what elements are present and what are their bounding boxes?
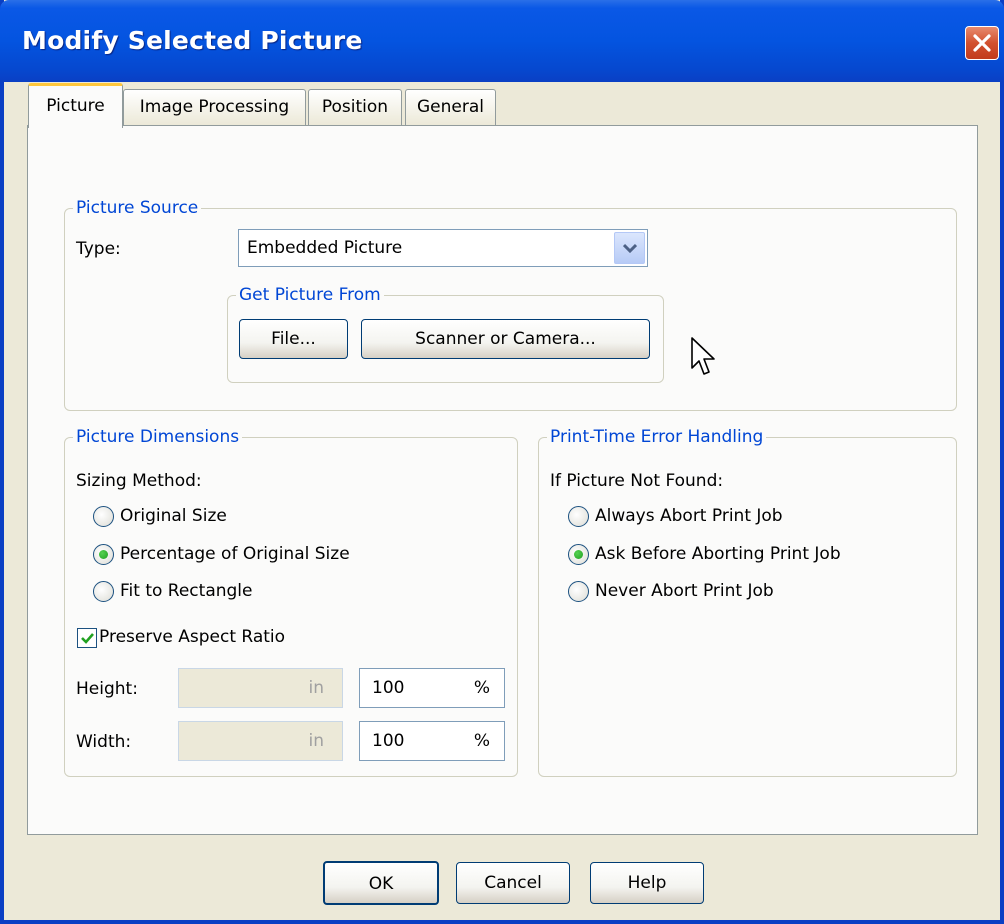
tab-position[interactable]: Position xyxy=(308,89,402,125)
radio-fit-rectangle[interactable] xyxy=(93,581,114,602)
radio-original-size[interactable] xyxy=(93,506,114,527)
tab-image-processing[interactable]: Image Processing xyxy=(123,89,306,125)
scanner-camera-button[interactable]: Scanner or Camera... xyxy=(361,319,650,359)
radio-always-abort[interactable] xyxy=(568,506,589,527)
tab-position-label: Position xyxy=(321,97,389,117)
tab-general-label: General xyxy=(417,97,484,117)
title-bar[interactable]: Modify Selected Picture xyxy=(0,0,1004,82)
preserve-aspect-label[interactable]: Preserve Aspect Ratio xyxy=(99,626,285,648)
cancel-button-label: Cancel xyxy=(484,873,542,893)
close-button[interactable] xyxy=(965,26,999,60)
height-inches-field[interactable]: in xyxy=(178,668,343,708)
ask-before-abort-label[interactable]: Ask Before Aborting Print Job xyxy=(595,543,841,565)
dialog-title: Modify Selected Picture xyxy=(22,26,363,55)
always-abort-label[interactable]: Always Abort Print Job xyxy=(595,505,783,527)
mouse-pointer-icon xyxy=(691,337,715,375)
chevron-down-icon xyxy=(623,243,637,253)
tab-picture-label: Picture xyxy=(46,96,105,116)
width-inches-field[interactable]: in xyxy=(178,721,343,761)
error-handling-title: Print-Time Error Handling xyxy=(547,426,767,448)
type-dropdown[interactable]: Embedded Picture xyxy=(238,229,648,267)
checkmark-icon xyxy=(81,633,94,644)
tab-image-processing-label: Image Processing xyxy=(139,97,290,117)
radio-never-abort[interactable] xyxy=(568,581,589,602)
file-button[interactable]: File... xyxy=(239,319,348,359)
type-label: Type: xyxy=(76,239,121,259)
close-icon xyxy=(973,34,991,52)
preserve-aspect-checkbox[interactable] xyxy=(77,628,97,648)
help-button-label: Help xyxy=(627,873,667,893)
file-button-label: File... xyxy=(271,329,316,349)
ok-button-label: OK xyxy=(368,874,394,894)
width-percent-field[interactable]: 100 % xyxy=(359,721,505,761)
height-label: Height: xyxy=(76,679,138,699)
help-button[interactable]: Help xyxy=(590,862,704,904)
never-abort-label[interactable]: Never Abort Print Job xyxy=(595,580,774,602)
sizing-method-label: Sizing Method: xyxy=(76,471,202,491)
radio-ask-before-abort[interactable] xyxy=(568,544,589,565)
tab-general[interactable]: General xyxy=(405,89,496,125)
fit-rectangle-label[interactable]: Fit to Rectangle xyxy=(120,580,253,602)
width-inches-unit: in xyxy=(308,731,325,751)
type-dropdown-value: Embedded Picture xyxy=(247,238,403,258)
original-size-label[interactable]: Original Size xyxy=(120,505,227,527)
get-picture-from-title: Get Picture From xyxy=(236,284,384,306)
percentage-size-label[interactable]: Percentage of Original Size xyxy=(120,543,350,565)
picture-dimensions-title: Picture Dimensions xyxy=(73,426,243,448)
height-inches-unit: in xyxy=(308,678,325,698)
height-percent-field[interactable]: 100 % xyxy=(359,668,505,708)
radio-percentage-size[interactable] xyxy=(93,544,114,565)
width-label: Width: xyxy=(76,732,132,752)
height-percent-value: 100 xyxy=(372,678,405,698)
height-percent-unit: % xyxy=(473,678,490,698)
width-percent-unit: % xyxy=(473,731,490,751)
dropdown-arrow-button[interactable] xyxy=(614,232,645,264)
picture-source-title: Picture Source xyxy=(73,197,202,219)
tab-picture[interactable]: Picture xyxy=(28,83,123,128)
cancel-button[interactable]: Cancel xyxy=(456,862,570,904)
ok-button[interactable]: OK xyxy=(323,861,439,905)
width-percent-value: 100 xyxy=(372,731,405,751)
scanner-camera-button-label: Scanner or Camera... xyxy=(415,329,596,349)
not-found-label: If Picture Not Found: xyxy=(550,471,724,491)
